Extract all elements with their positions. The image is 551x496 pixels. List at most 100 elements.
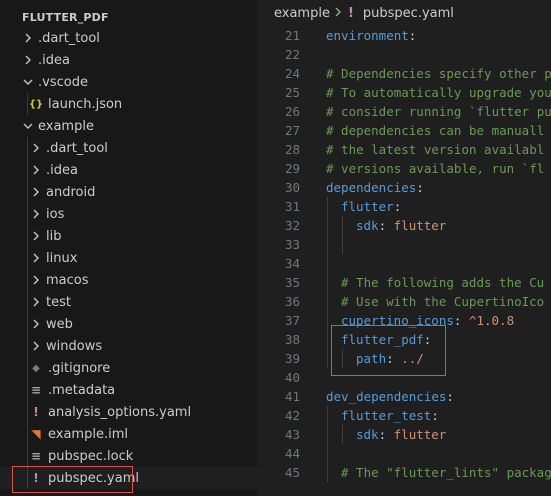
chevron-right-icon[interactable] — [28, 228, 44, 244]
tree-item-label: .idea — [38, 52, 70, 68]
code-line[interactable]: 31 flutter: — [257, 197, 551, 216]
code-line[interactable]: 32 sdk: flutter — [257, 216, 551, 235]
code-line[interactable]: 43 sdk: flutter — [257, 425, 551, 444]
text-file-icon: ≡ — [30, 383, 42, 397]
yaml-value: flutter — [393, 218, 447, 233]
breadcrumb: example ! pubspec.yaml — [257, 0, 551, 26]
chevron-right-icon[interactable] — [20, 30, 36, 46]
code-line[interactable]: 42 flutter_test: — [257, 406, 551, 425]
tree-folder-lib[interactable]: lib — [0, 225, 257, 247]
indent-guide — [27, 203, 28, 225]
code-line[interactable]: 34 — [257, 254, 551, 273]
file-tree: .dart_tool .idea .vscode {} launch.json examp… — [0, 27, 257, 489]
code-editor[interactable]: 21 environment: 22 24 # Dependencies specify… — [257, 26, 551, 482]
chevron-right-icon[interactable] — [28, 294, 44, 310]
tree-folder-linux[interactable]: linux — [0, 247, 257, 269]
yaml-value: flutter — [393, 427, 447, 442]
code-line[interactable]: 26 # consider running `flutter pu — [257, 102, 551, 121]
code-line[interactable]: 24 # Dependencies specify other p — [257, 64, 551, 83]
tree-file-pubspec-yaml[interactable]: ! pubspec.yaml — [0, 467, 257, 489]
tree-item-label: .dart_tool — [38, 30, 100, 46]
code-line[interactable]: 33 — [257, 235, 551, 254]
code-line[interactable]: 30 dependencies: — [257, 178, 551, 197]
tree-folder-windows[interactable]: windows — [0, 335, 257, 357]
yaml-key: flutter_test — [341, 408, 432, 423]
code-line[interactable]: 35 # The following adds the Cu — [257, 273, 551, 292]
tree-item-label: pubspec.lock — [48, 448, 134, 464]
chevron-down-icon[interactable] — [20, 74, 36, 90]
code-text: # versions available, run `fl — [326, 159, 544, 178]
chevron-right-icon[interactable] — [28, 184, 44, 200]
code-line[interactable]: 25 # To automatically upgrade you — [257, 83, 551, 102]
tree-file-analysis-options-yaml[interactable]: ! analysis_options.yaml — [0, 401, 257, 423]
chevron-right-icon[interactable] — [28, 140, 44, 156]
tree-folder-vscode[interactable]: .vscode — [0, 71, 257, 93]
code-text: dependencies: — [326, 178, 424, 197]
code-line[interactable]: 21 environment: — [257, 26, 551, 45]
tree-folder-dart-tool[interactable]: .dart_tool — [0, 27, 257, 49]
tree-file-launch-json[interactable]: {} launch.json — [0, 93, 257, 115]
code-line[interactable]: 38 flutter_pdf: — [257, 330, 551, 349]
tree-folder-android[interactable]: android — [0, 181, 257, 203]
indent-guide — [327, 444, 328, 463]
code-line[interactable]: 22 — [257, 45, 551, 64]
breadcrumb-file[interactable]: pubspec.yaml — [363, 6, 454, 21]
code-text: environment: — [326, 26, 416, 45]
chevron-right-icon[interactable] — [28, 162, 44, 178]
code-line[interactable]: 41 dev_dependencies: — [257, 387, 551, 406]
yaml-file-icon: ! — [33, 471, 39, 485]
git-file-icon: ◆ — [32, 362, 40, 374]
code-line[interactable]: 29 # versions available, run `fl — [257, 159, 551, 178]
yaml-comment: # Dependencies specify other p — [326, 66, 551, 81]
tree-folder-idea[interactable]: .idea — [0, 159, 257, 181]
tree-file-metadata[interactable]: ≡ .metadata — [0, 379, 257, 401]
tree-folder-test[interactable]: test — [0, 291, 257, 313]
tree-folder-idea[interactable]: .idea — [0, 49, 257, 71]
indent-guide — [27, 247, 28, 269]
chevron-right-icon[interactable] — [28, 338, 44, 354]
tree-file-gitignore[interactable]: ◆ .gitignore — [0, 357, 257, 379]
code-text: cupertino_icons: ^1.0.8 — [341, 311, 514, 330]
yaml-key: sdk — [356, 218, 379, 233]
line-number: 34 — [284, 256, 300, 271]
code-text: sdk: flutter — [356, 216, 446, 235]
tree-folder-web[interactable]: web — [0, 313, 257, 335]
line-number: 22 — [284, 47, 300, 62]
chevron-right-icon[interactable] — [28, 272, 44, 288]
line-number: 44 — [284, 446, 300, 461]
indent-guide — [327, 216, 328, 235]
yaml-comment: # To automatically upgrade you — [326, 85, 551, 100]
code-line[interactable]: 37 cupertino_icons: ^1.0.8 — [257, 311, 551, 330]
indent-guide — [27, 401, 28, 423]
tree-item-label: .idea — [46, 162, 78, 178]
yaml-key: cupertino_icons — [341, 313, 454, 328]
tree-folder-macos[interactable]: macos — [0, 269, 257, 291]
chevron-right-icon[interactable] — [28, 250, 44, 266]
code-line[interactable]: 44 — [257, 444, 551, 463]
yaml-comment: # versions available, run `fl — [326, 161, 545, 176]
chevron-down-icon[interactable] — [20, 118, 36, 134]
chevron-right-icon[interactable] — [28, 206, 44, 222]
code-line[interactable]: 36 # Use with the CupertinoIco — [257, 292, 551, 311]
code-line[interactable]: 27 # dependencies can be manuall — [257, 121, 551, 140]
yaml-punct: : — [408, 28, 417, 43]
tree-folder-ios[interactable]: ios — [0, 203, 257, 225]
tree-file-example-iml[interactable]: ◥ example.iml — [0, 423, 257, 445]
code-line[interactable]: 28 # the latest version availabl — [257, 140, 551, 159]
tree-item-label: example — [38, 118, 94, 134]
yaml-punct: : — [431, 408, 439, 423]
code-line[interactable]: 45 # The "flutter_lints" packag — [257, 463, 551, 482]
tree-file-pubspec-lock[interactable]: ≡ pubspec.lock — [0, 445, 257, 467]
breadcrumb-folder[interactable]: example — [274, 6, 330, 21]
code-line[interactable]: 40 — [257, 368, 551, 387]
indent-guide — [27, 379, 28, 401]
tree-folder-dart-tool[interactable]: .dart_tool — [0, 137, 257, 159]
code-line[interactable]: 39 path: ../ — [257, 349, 551, 368]
tree-item-label: .vscode — [38, 74, 88, 90]
yaml-punct: : — [393, 199, 402, 214]
chevron-right-icon[interactable] — [28, 316, 44, 332]
chevron-right-icon[interactable] — [20, 52, 36, 68]
tree-folder-example[interactable]: example — [0, 115, 257, 137]
indent-guide — [27, 181, 28, 203]
indent-guide — [342, 235, 343, 254]
